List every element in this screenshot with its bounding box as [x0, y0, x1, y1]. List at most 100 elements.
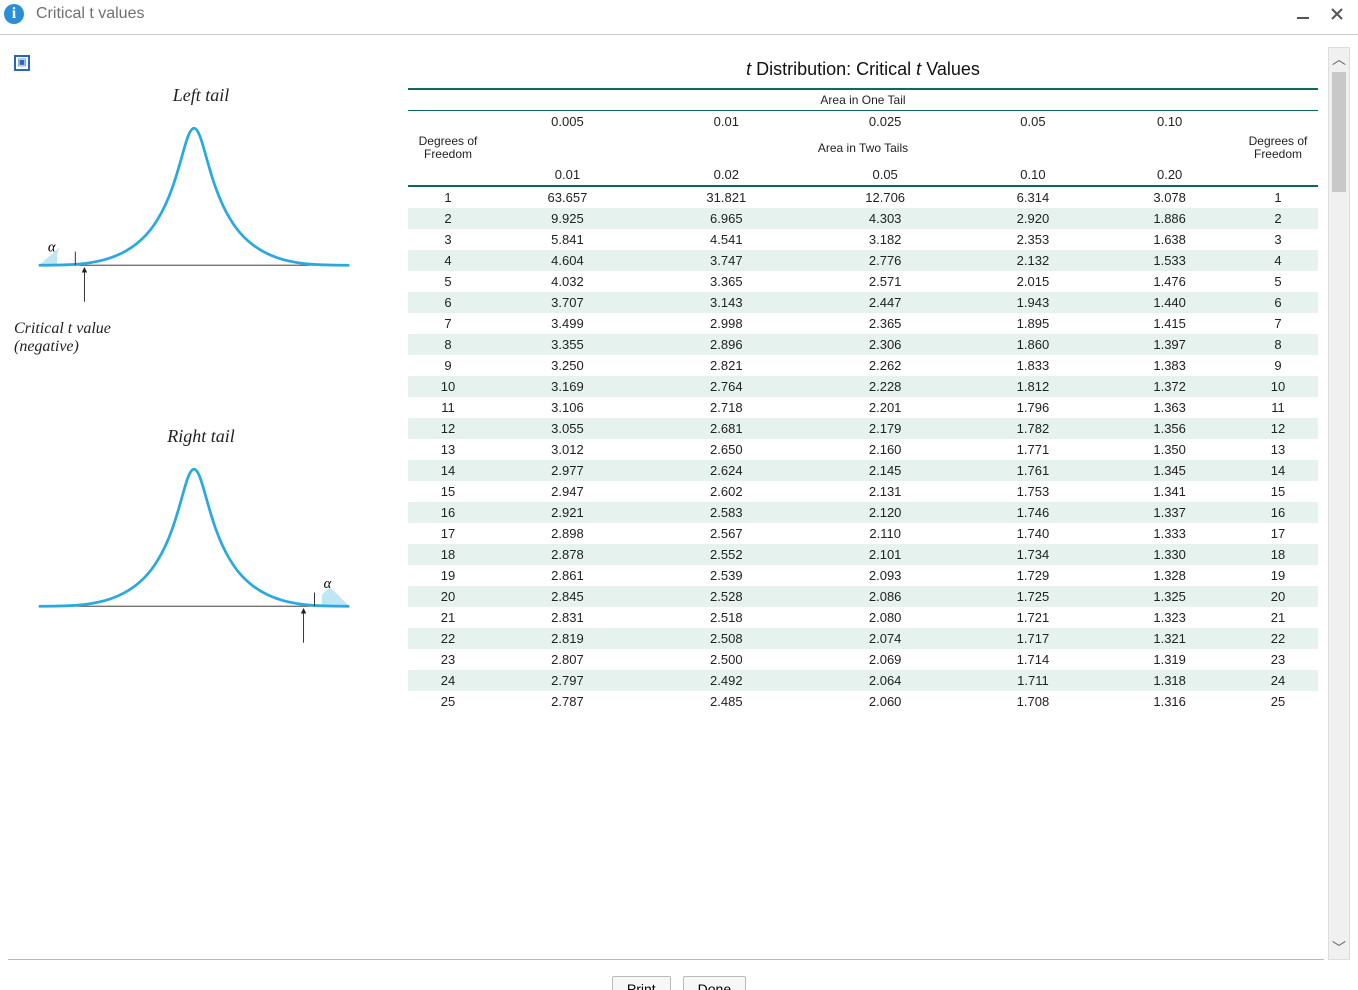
popout-icon[interactable]: ▣ [14, 55, 30, 71]
left-tail-title: Left tail [14, 85, 388, 106]
table-cell: 1.323 [1101, 607, 1238, 628]
minimize-icon [1296, 7, 1310, 21]
table-cell: 2.518 [647, 607, 806, 628]
table-cell: 1.711 [965, 670, 1102, 691]
table-cell: 2.539 [647, 565, 806, 586]
table-cell: 10 [1238, 376, 1318, 397]
table-cell: 2.977 [488, 460, 647, 481]
table-cell: 5.841 [488, 229, 647, 250]
info-icon: i [4, 4, 24, 24]
table-cell: 2.650 [647, 439, 806, 460]
dof-label-left: Degrees ofFreedom [408, 132, 488, 164]
table-cell: 2.583 [647, 502, 806, 523]
table-cell: 2.508 [647, 628, 806, 649]
table-cell: 2.921 [488, 502, 647, 523]
vertical-scrollbar[interactable]: ︿ ﹀ [1328, 47, 1350, 960]
print-button[interactable]: Print [612, 976, 671, 990]
table-cell: 4.541 [647, 229, 806, 250]
table-cell: 3.499 [488, 313, 647, 334]
table-cell: 1.753 [965, 481, 1102, 502]
table-cell: 1.328 [1101, 565, 1238, 586]
table-cell: 31.821 [647, 186, 806, 208]
table-cell: 17 [1238, 523, 1318, 544]
scroll-pane: ▣ Left tail α Critical [8, 47, 1324, 960]
table-cell: 1.440 [1101, 292, 1238, 313]
table-cell: 1.796 [965, 397, 1102, 418]
scrollbar-thumb[interactable] [1332, 72, 1346, 192]
table-cell: 3.707 [488, 292, 647, 313]
table-cell: 3.012 [488, 439, 647, 460]
table-cell: 2.831 [488, 607, 647, 628]
table-cell: 2.624 [647, 460, 806, 481]
table-cell: 11 [408, 397, 488, 418]
table-cell: 2.262 [806, 355, 965, 376]
left-tail-caption-1: Critical t value [14, 320, 388, 338]
scroll-up-icon[interactable]: ︿ [1329, 48, 1349, 70]
table-row: 212.8312.5182.0801.7211.32321 [408, 607, 1318, 628]
right-tail-diagram: Right tail α [14, 426, 388, 661]
one-tail-col-1: 0.01 [647, 111, 806, 133]
table-cell: 1.319 [1101, 649, 1238, 670]
table-cell: 11 [1238, 397, 1318, 418]
table-cell: 2.074 [806, 628, 965, 649]
table-cell: 2.845 [488, 586, 647, 607]
table-cell: 2.492 [647, 670, 806, 691]
table-cell: 1.740 [965, 523, 1102, 544]
table-cell: 9 [1238, 355, 1318, 376]
table-row: 242.7972.4922.0641.7111.31824 [408, 670, 1318, 691]
minimize-button[interactable] [1286, 2, 1320, 26]
content-area: ▣ Left tail α Critical [0, 34, 1358, 990]
table-cell: 15 [408, 481, 488, 502]
table-cell: 4.303 [806, 208, 965, 229]
table-cell: 1.363 [1101, 397, 1238, 418]
table-cell: 2.015 [965, 271, 1102, 292]
table-cell: 1.356 [1101, 418, 1238, 439]
table-cell: 2.878 [488, 544, 647, 565]
table-cell: 1.886 [1101, 208, 1238, 229]
table-cell: 1.350 [1101, 439, 1238, 460]
table-cell: 5 [1238, 271, 1318, 292]
table-cell: 1.708 [965, 691, 1102, 712]
table-cell: 2.145 [806, 460, 965, 481]
alpha-label: α [48, 240, 56, 256]
done-button[interactable]: Done [683, 976, 746, 990]
table-cell: 2.131 [806, 481, 965, 502]
table-cell: 1.533 [1101, 250, 1238, 271]
table-row: 113.1062.7182.2011.7961.36311 [408, 397, 1318, 418]
table-cell: 22 [1238, 628, 1318, 649]
table-cell: 2.179 [806, 418, 965, 439]
table-cell: 14 [1238, 460, 1318, 481]
table-cell: 2 [408, 208, 488, 229]
table-cell: 21 [408, 607, 488, 628]
table-cell: 2.764 [647, 376, 806, 397]
table-cell: 1.782 [965, 418, 1102, 439]
table-cell: 1.321 [1101, 628, 1238, 649]
table-cell: 2.110 [806, 523, 965, 544]
table-cell: 3.355 [488, 334, 647, 355]
table-cell: 2.447 [806, 292, 965, 313]
left-tail-diagram: Left tail α Critical t value (negative) [14, 85, 388, 356]
table-cell: 1.860 [965, 334, 1102, 355]
table-cell: 1.761 [965, 460, 1102, 481]
table-cell: 2.567 [647, 523, 806, 544]
table-cell: 2.920 [965, 208, 1102, 229]
table-cell: 3.078 [1101, 186, 1238, 208]
table-cell: 3.182 [806, 229, 965, 250]
close-button[interactable] [1320, 2, 1354, 26]
table-cell: 2.681 [647, 418, 806, 439]
table-cell: 1.397 [1101, 334, 1238, 355]
table-cell: 5 [408, 271, 488, 292]
table-cell: 2.064 [806, 670, 965, 691]
scroll-down-icon[interactable]: ﹀ [1329, 937, 1349, 959]
table-cell: 2.201 [806, 397, 965, 418]
table-cell: 2.069 [806, 649, 965, 670]
table-cell: 1 [408, 186, 488, 208]
table-cell: 2.947 [488, 481, 647, 502]
table-cell: 1.318 [1101, 670, 1238, 691]
close-icon [1330, 7, 1344, 21]
table-cell: 24 [408, 670, 488, 691]
table-cell: 13 [408, 439, 488, 460]
table-cell: 6.314 [965, 186, 1102, 208]
table-cell: 1.734 [965, 544, 1102, 565]
table-cell: 4.032 [488, 271, 647, 292]
